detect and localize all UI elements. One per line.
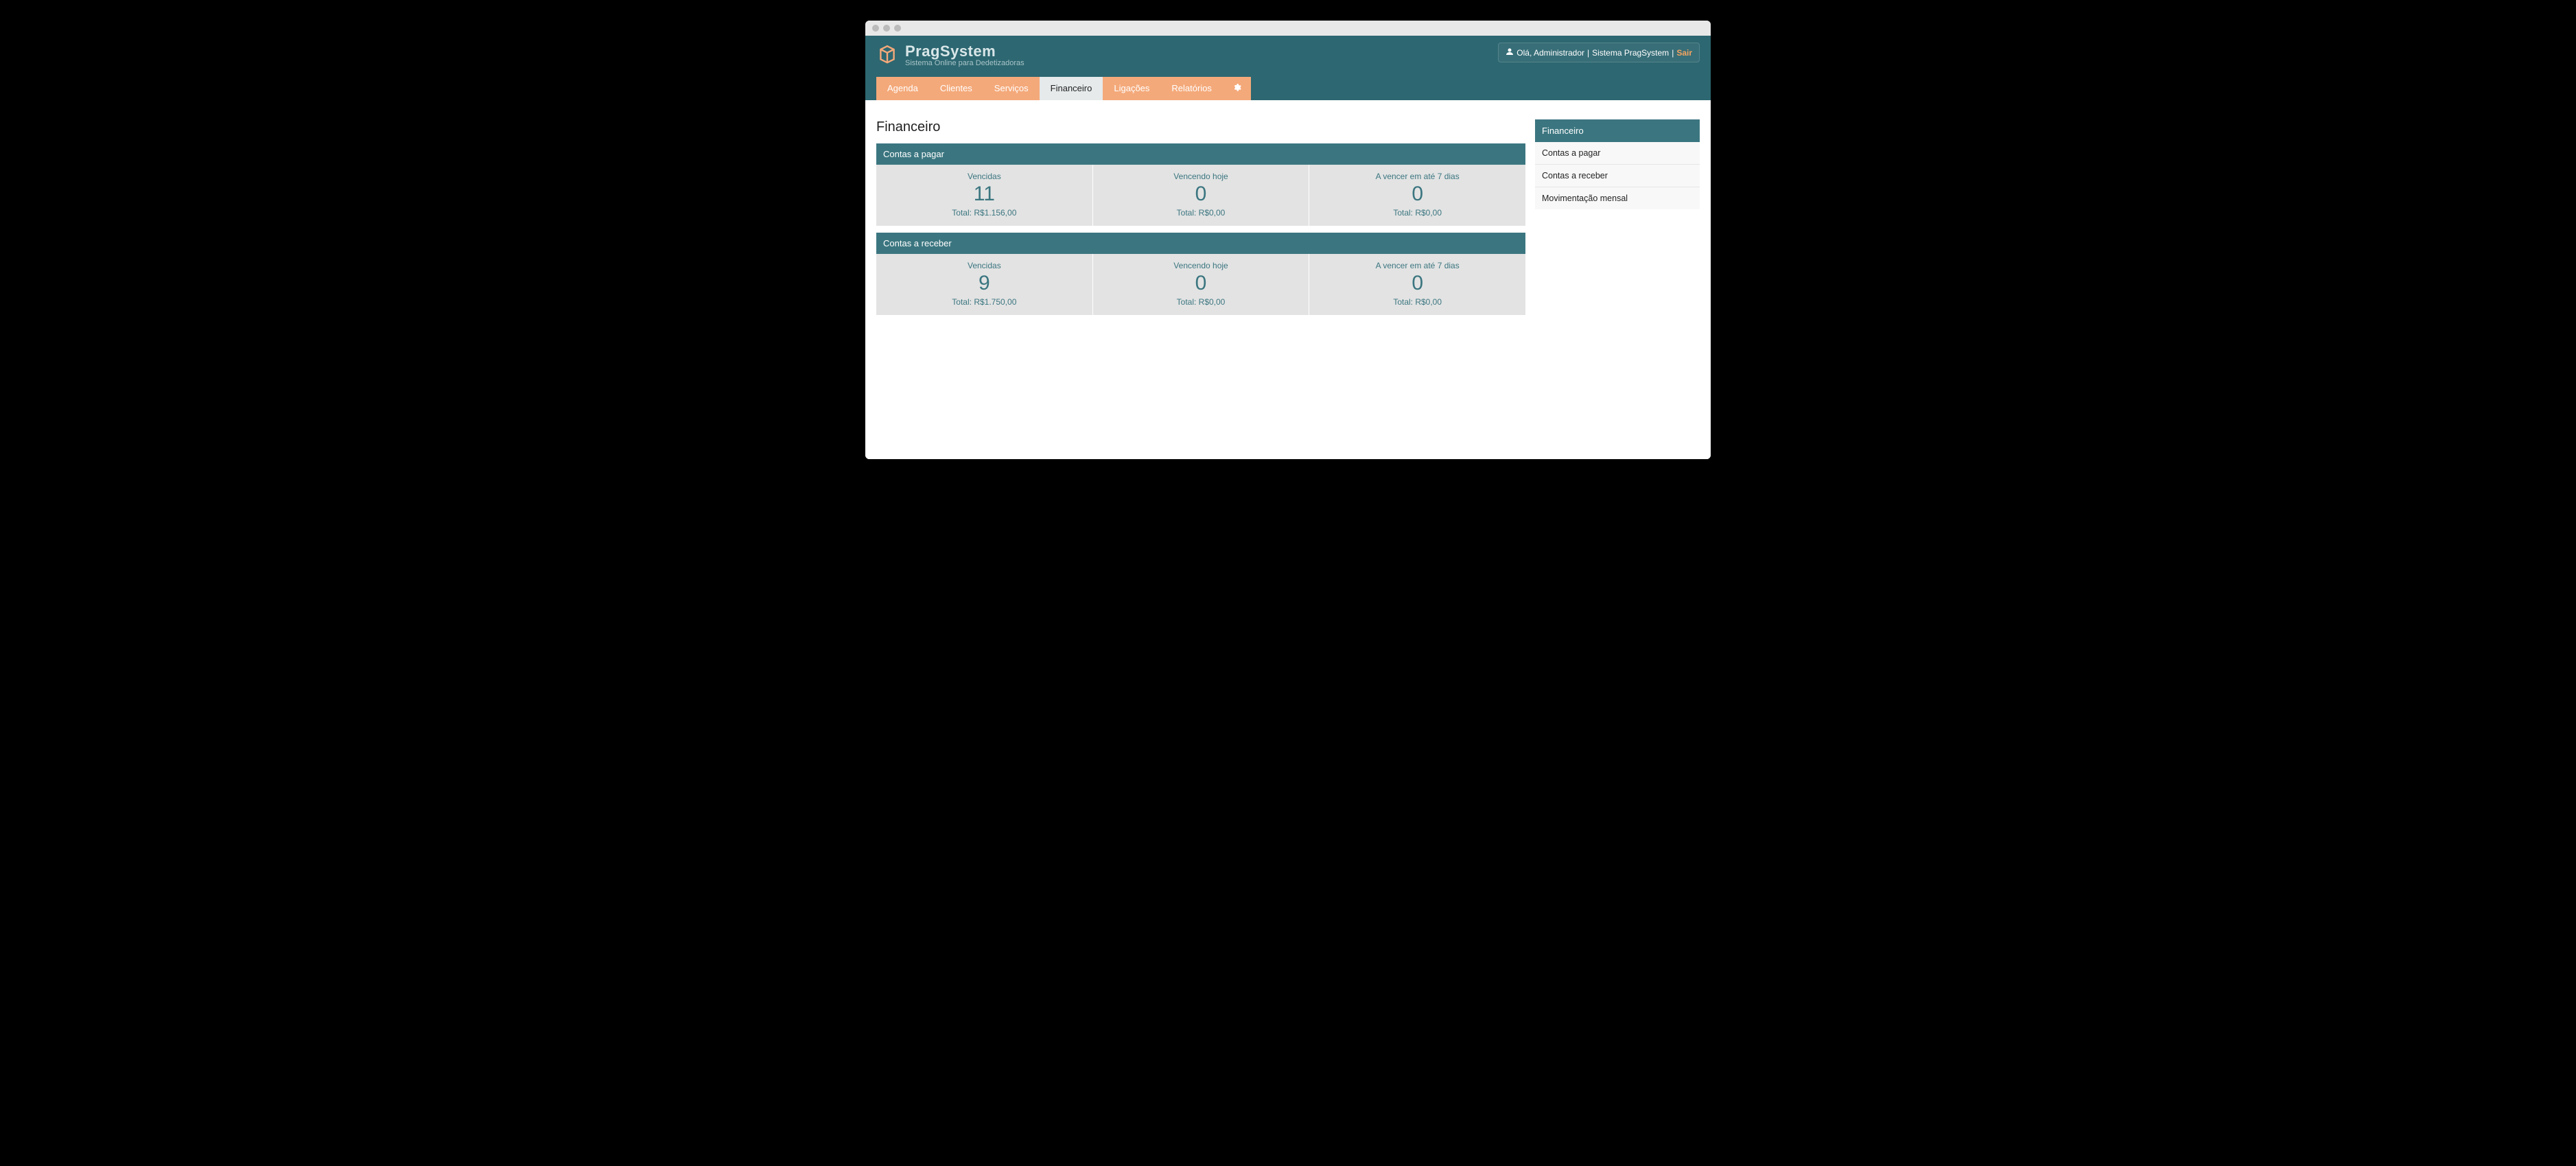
logo-text-wrap: PragSystem Sistema Online para Dedetizad…: [905, 43, 1024, 67]
stat-label: Vencidas: [879, 261, 1090, 270]
panel-body: Vencidas 9 Total: R$1.750,00 Vencendo ho…: [876, 254, 1525, 315]
stat-total: Total: R$0,00: [1312, 208, 1523, 218]
gear-icon: [1232, 84, 1241, 94]
brand-name: PragSystem: [905, 43, 1024, 60]
user-info-box: Olá, Administrador | Sistema PragSystem …: [1498, 43, 1700, 62]
greeting-text: Olá, Administrador: [1517, 48, 1584, 58]
nav-servicos[interactable]: Serviços: [983, 77, 1040, 100]
stat-value: 0: [1312, 272, 1523, 294]
separator: |: [1587, 48, 1589, 58]
page-title: Financeiro: [876, 119, 1525, 135]
brand-tagline: Sistema Online para Dedetizadoras: [905, 59, 1024, 67]
stat-vencidas[interactable]: Vencidas 11 Total: R$1.156,00: [876, 165, 1093, 226]
stat-total: Total: R$1.156,00: [879, 208, 1090, 218]
panel-header: Contas a receber: [876, 233, 1525, 254]
panel-contas-a-receber: Contas a receber Vencidas 9 Total: R$1.7…: [876, 233, 1525, 315]
nav-agenda[interactable]: Agenda: [876, 77, 929, 100]
browser-window: Olá, Administrador | Sistema PragSystem …: [865, 21, 1711, 459]
stat-a-vencer-7-dias[interactable]: A vencer em até 7 dias 0 Total: R$0,00: [1309, 165, 1525, 226]
stat-total: Total: R$0,00: [1096, 208, 1307, 218]
system-name: Sistema PragSystem: [1592, 48, 1669, 58]
sidebar-item-movimentacao-mensal[interactable]: Movimentação mensal: [1535, 187, 1700, 209]
stat-a-vencer-7-dias[interactable]: A vencer em até 7 dias 0 Total: R$0,00: [1309, 254, 1525, 315]
logout-link[interactable]: Sair: [1676, 48, 1692, 58]
panel-body: Vencidas 11 Total: R$1.156,00 Vencendo h…: [876, 165, 1525, 226]
sidebar: Financeiro Contas a pagar Contas a receb…: [1535, 119, 1700, 209]
stat-vencendo-hoje[interactable]: Vencendo hoje 0 Total: R$0,00: [1093, 165, 1310, 226]
stat-label: Vencendo hoje: [1096, 261, 1307, 270]
stat-total: Total: R$1.750,00: [879, 297, 1090, 307]
window-dot: [883, 25, 890, 32]
main-nav: Agenda Clientes Serviços Financeiro Liga…: [876, 77, 1700, 100]
nav-ligacoes[interactable]: Ligações: [1103, 77, 1160, 100]
stat-total: Total: R$0,00: [1312, 297, 1523, 307]
stat-label: A vencer em até 7 dias: [1312, 172, 1523, 181]
stat-value: 9: [879, 272, 1090, 294]
sidebar-item-contas-a-receber[interactable]: Contas a receber: [1535, 165, 1700, 187]
user-icon: [1506, 47, 1514, 58]
stat-label: Vencendo hoje: [1096, 172, 1307, 181]
stat-value: 0: [1096, 272, 1307, 294]
window-titlebar: [865, 21, 1711, 36]
sidebar-item-contas-a-pagar[interactable]: Contas a pagar: [1535, 142, 1700, 165]
window-dot: [894, 25, 901, 32]
stat-vencidas[interactable]: Vencidas 9 Total: R$1.750,00: [876, 254, 1093, 315]
stat-value: 0: [1312, 183, 1523, 205]
stat-total: Total: R$0,00: [1096, 297, 1307, 307]
panel-contas-a-pagar: Contas a pagar Vencidas 11 Total: R$1.15…: [876, 143, 1525, 226]
stat-value: 11: [879, 183, 1090, 205]
panel-header: Contas a pagar: [876, 143, 1525, 165]
separator: |: [1672, 48, 1674, 58]
nav-financeiro[interactable]: Financeiro: [1040, 77, 1103, 100]
stat-vencendo-hoje[interactable]: Vencendo hoje 0 Total: R$0,00: [1093, 254, 1310, 315]
main-column: Financeiro Contas a pagar Vencidas 11 To…: [876, 119, 1525, 322]
sidebar-header: Financeiro: [1535, 119, 1700, 142]
window-dot: [872, 25, 879, 32]
stat-label: Vencidas: [879, 172, 1090, 181]
page-content: Financeiro Contas a pagar Vencidas 11 To…: [865, 100, 1711, 459]
nav-clientes[interactable]: Clientes: [929, 77, 983, 100]
stat-value: 0: [1096, 183, 1307, 205]
logo-icon: [876, 44, 898, 66]
nav-relatorios[interactable]: Relatórios: [1160, 77, 1223, 100]
app-header: Olá, Administrador | Sistema PragSystem …: [865, 36, 1711, 100]
nav-settings[interactable]: [1223, 77, 1251, 100]
stat-label: A vencer em até 7 dias: [1312, 261, 1523, 270]
